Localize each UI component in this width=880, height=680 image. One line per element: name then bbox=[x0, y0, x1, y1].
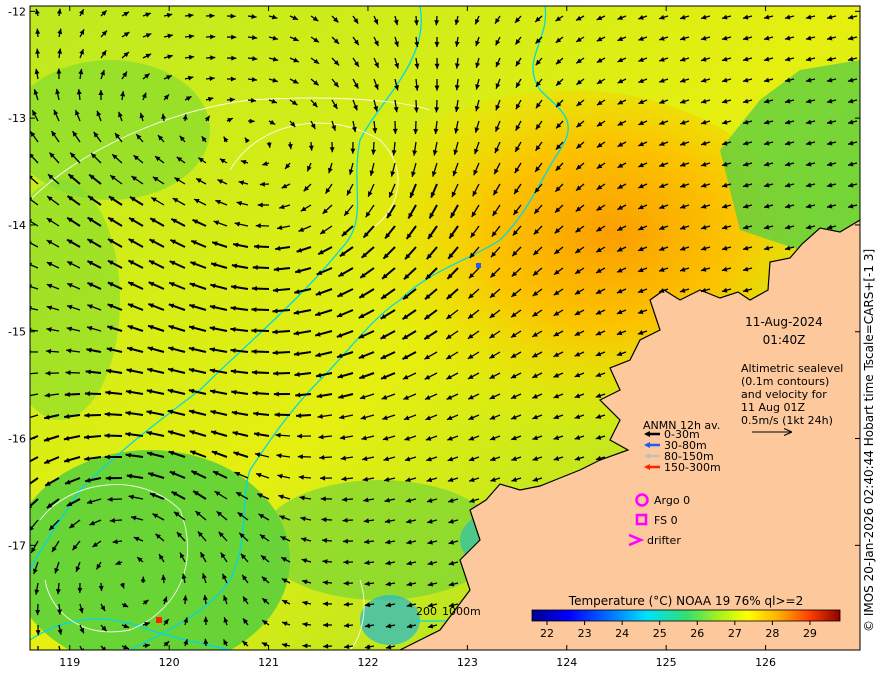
mooring-marker bbox=[156, 617, 162, 623]
lon-tick-label: 121 bbox=[258, 656, 279, 669]
colorbar-tick-label: 23 bbox=[578, 627, 592, 640]
island bbox=[721, 339, 727, 345]
lat-tick-label: -14 bbox=[8, 219, 26, 232]
island bbox=[677, 407, 683, 413]
anmn-legend-label: 150-300m bbox=[664, 461, 721, 474]
island bbox=[696, 356, 704, 364]
argo-label: Argo 0 bbox=[654, 494, 690, 507]
date-label: 11-Aug-2024 bbox=[745, 315, 823, 329]
colorbar-tick-label: 28 bbox=[765, 627, 779, 640]
cool-patch bbox=[30, 60, 210, 200]
lon-tick-label: 125 bbox=[656, 656, 677, 669]
drifter-label: drifter bbox=[647, 534, 681, 547]
fs-label: FS 0 bbox=[654, 514, 678, 527]
colorbar bbox=[531, 609, 841, 622]
colorbar-tick-label: 27 bbox=[728, 627, 742, 640]
bathy-1000-label: 1000m bbox=[442, 605, 481, 618]
description-line: 11 Aug 01Z bbox=[741, 401, 805, 414]
description-line: and velocity for bbox=[741, 388, 827, 401]
lon-tick-label: 119 bbox=[59, 656, 80, 669]
velocity-arrowhead bbox=[36, 650, 41, 655]
lon-tick-label: 120 bbox=[159, 656, 180, 669]
lat-tick-label: -17 bbox=[8, 539, 26, 552]
colorbar-tick-label: 25 bbox=[653, 627, 667, 640]
ocean-map: 119 120 121 122 123 124 125 126 -12 -13 -14 -15 -16… bbox=[8, 5, 861, 669]
lon-tick-label: 126 bbox=[755, 656, 776, 669]
bathy-200-label: 200 bbox=[416, 605, 437, 618]
lat-tick-label: -13 bbox=[8, 112, 26, 125]
lat-tick-label: -12 bbox=[8, 5, 26, 18]
lon-tick-label: 122 bbox=[357, 656, 378, 669]
scale-label: 0.5m/s (1kt 24h) bbox=[741, 414, 833, 427]
mooring-marker bbox=[476, 263, 481, 268]
description-line: Altimetric sealevel bbox=[741, 362, 843, 375]
lon-tick-label: 124 bbox=[556, 656, 577, 669]
description-line: (0.1m contours) bbox=[741, 375, 829, 388]
credit-text: © IMOS 20-Jan-2026 02:40:44 Hobart time … bbox=[862, 248, 876, 632]
colorbar-tick-label: 22 bbox=[540, 627, 554, 640]
lat-tick-label: -16 bbox=[8, 433, 26, 446]
colorbar-title: Temperature (°C) NOAA 19 76% ql>=2 bbox=[568, 594, 803, 608]
colorbar-tick-label: 29 bbox=[803, 627, 817, 640]
time-label: 01:40Z bbox=[763, 333, 806, 347]
cool-patch bbox=[30, 180, 120, 420]
lon-tick-label: 123 bbox=[457, 656, 478, 669]
colorbar-tick-label: 26 bbox=[690, 627, 704, 640]
lat-tick-label: -15 bbox=[8, 326, 26, 339]
velocity-arrowhead bbox=[30, 397, 31, 399]
colorbar-tick-label: 24 bbox=[615, 627, 629, 640]
velocity-arrowhead bbox=[30, 463, 31, 465]
velocity-arrowhead bbox=[24, 415, 30, 420]
